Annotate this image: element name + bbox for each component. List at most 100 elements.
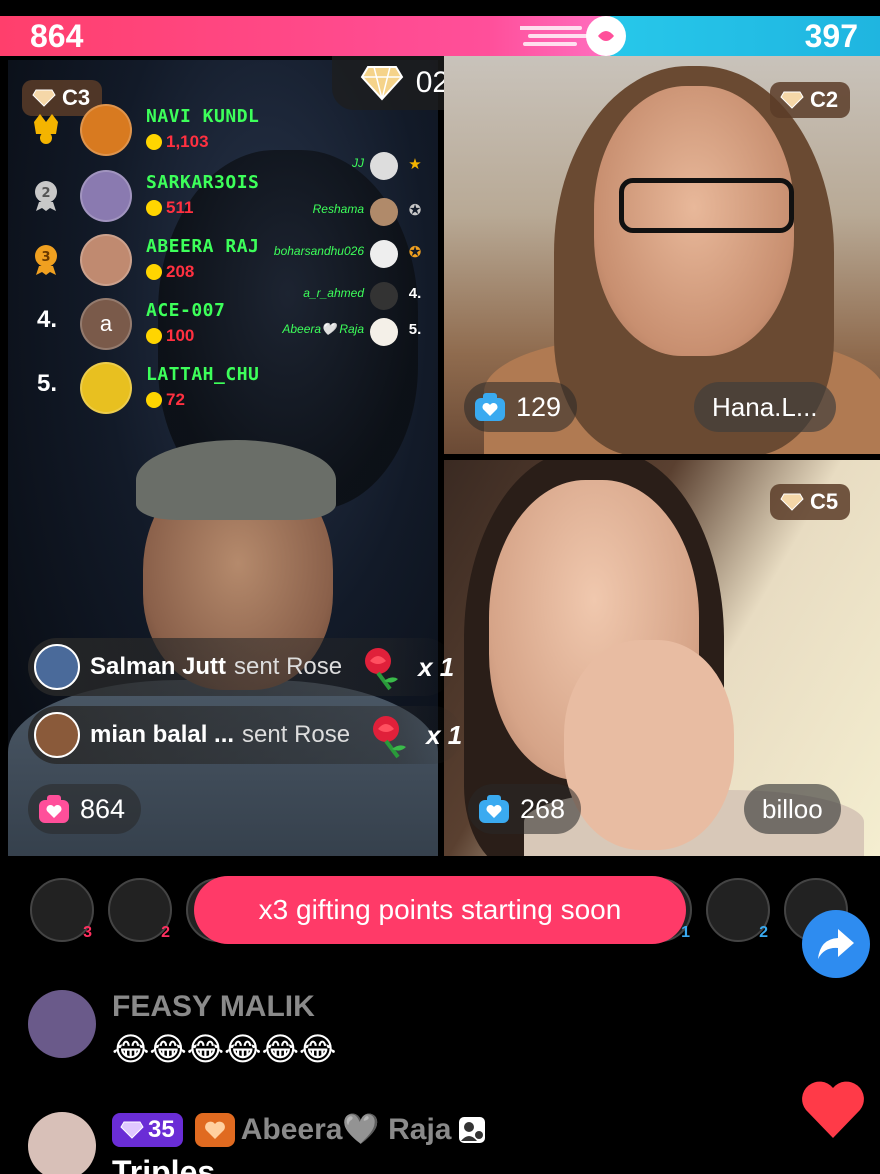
commenter-avatar[interactable] (28, 1112, 96, 1174)
contributor-avatar[interactable]: 2 (706, 878, 770, 942)
battle-right-score: 397 (804, 18, 858, 54)
heart-icon[interactable] (800, 1080, 866, 1140)
battle-score-bar: 864 397 (0, 0, 880, 56)
chat-comment[interactable]: FEASY MALIK 😂😂😂😂😂😂 (28, 990, 788, 1070)
diamond-icon (780, 493, 804, 511)
coin-icon (146, 134, 162, 150)
tier-badge-top-right: C2 (770, 82, 851, 118)
coin-icon (146, 328, 162, 344)
gift-action-text: sent Rose (242, 721, 351, 748)
diamond-icon (780, 91, 804, 109)
gift-count: x 1 (418, 651, 455, 682)
tier-label: C2 (810, 87, 839, 112)
gold-crown-medal-icon (34, 114, 58, 144)
opponent-leaderboard-avatar[interactable] (370, 198, 398, 226)
diamond-trophy-icon (360, 66, 403, 101)
commenter-name: Abeera🩶 Raja (240, 1113, 452, 1146)
host-viewer-count[interactable]: 864 (28, 784, 142, 834)
silver-medal-icon: ✪ (408, 202, 422, 219)
level-badge: 35 (112, 1112, 183, 1147)
opponent-leaderboard-name: boharsandhu026 (273, 244, 364, 258)
leaderboard-name: LATTAH_CHU (146, 364, 260, 385)
coin-icon (146, 392, 162, 408)
comment-text: Triples (112, 1154, 216, 1174)
opponent-leaderboard-row[interactable]: JJ ★ (234, 152, 434, 186)
opponent-leaderboard-name: a_r_ahmed (303, 286, 364, 300)
bronze-medal-icon: ✪ (408, 244, 422, 261)
opponent-leaderboard-name: Abeera🤍 Raja (282, 322, 364, 336)
gift-count: x 1 (426, 719, 463, 750)
gift-sender-name: Salman Jutt (90, 653, 227, 680)
share-button[interactable] (802, 910, 870, 978)
opponent-leaderboard-name: Reshama (312, 202, 364, 216)
commenter-header: 35 Abeera🩶 Raja (112, 1112, 487, 1147)
fan-club-badge-icon (194, 1112, 235, 1147)
guest-video-panel-bottom[interactable]: C5 268 billoo (444, 460, 880, 856)
gifting-points-banner[interactable]: x3 gifting points starting soon (194, 876, 686, 944)
battle-left-fill (0, 16, 610, 56)
viewer-count-text: 129 (516, 391, 562, 422)
chat-comment[interactable]: 35 Abeera🩶 Raja Triples (28, 1112, 788, 1174)
gold-medal-icon: ★ (408, 156, 422, 173)
guest-name-pill[interactable]: billoo (744, 784, 841, 834)
opponent-leaderboard-row[interactable]: Abeera🤍 Raja 5. (234, 318, 434, 352)
opponent-leaderboard-avatar[interactable] (370, 152, 398, 180)
leaderboard-avatar[interactable] (80, 170, 132, 222)
guest-name-pill[interactable]: Hana.L... (694, 382, 836, 432)
bronze-medal-icon: 3 (35, 245, 57, 275)
opponent-leaderboard-avatar[interactable] (370, 282, 398, 310)
leaderboard-avatar[interactable] (80, 234, 132, 286)
leaderboard-avatar[interactable] (80, 362, 132, 414)
opponent-leaderboard-row[interactable]: boharsandhu026 ✪ (234, 240, 434, 274)
share-arrow-icon (818, 929, 854, 959)
camera-heart-icon (39, 795, 69, 823)
gift-sender-avatar[interactable] (34, 712, 80, 758)
friends-icon (459, 1116, 486, 1143)
leaderboard-avatar[interactable]: a (80, 298, 132, 350)
coin-icon (146, 264, 162, 280)
guest-viewer-count[interactable]: 268 (468, 784, 582, 834)
opponent-leaderboard-avatar[interactable] (370, 240, 398, 268)
camera-heart-icon (475, 393, 505, 421)
leaderboard-name: NAVI KUNDL (146, 106, 260, 127)
opponent-leaderboard-rank: 5. (408, 321, 422, 338)
leaderboard-score: 208 (146, 262, 194, 282)
leaderboard-score: 1,103 (146, 132, 209, 152)
opponent-leaderboard-row[interactable]: Reshama ✪ (234, 198, 434, 232)
opponent-leaderboard-rank: 4. (408, 285, 422, 302)
commenter-name: FEASY MALIK (112, 990, 315, 1023)
opponent-leaderboard-avatar[interactable] (370, 318, 398, 346)
leaderboard-rank: 4. (36, 306, 57, 333)
leaderboard-score: 72 (146, 390, 185, 410)
contributor-avatar[interactable]: 2 (108, 878, 172, 942)
coin-icon (146, 200, 162, 216)
battle-divider-icon (520, 16, 626, 56)
leaderboard-score: 100 (146, 326, 194, 346)
viewer-count-text: 268 (520, 793, 566, 824)
guest-video-panel-top[interactable]: C2 129 Hana.L... (444, 56, 880, 454)
comment-text: 😂😂😂😂😂😂 (112, 1031, 337, 1067)
tier-badge-bottom-right: C5 (770, 484, 851, 520)
gift-sender-name: mian balal ... (90, 721, 235, 748)
leaderboard-row[interactable]: 5. LATTAH_CHU 72 (30, 362, 270, 422)
guest-glasses-image (619, 178, 794, 233)
opponent-leaderboard-name: JJ (352, 156, 364, 170)
svg-text:2: 2 (41, 186, 50, 201)
leaderboard-score: 511 (146, 198, 193, 218)
svg-text:3: 3 (41, 250, 50, 265)
guest-viewer-count[interactable]: 129 (464, 382, 578, 432)
opponent-leaderboard-row[interactable]: a_r_ahmed 4. (234, 282, 434, 316)
host-cap-image (136, 440, 336, 520)
silver-medal-icon: 2 (35, 181, 57, 211)
viewer-count-text: 864 (80, 793, 126, 824)
gift-notification: mian balal ... sent Rose x 1 (28, 706, 463, 764)
battle-left-score: 864 (30, 18, 84, 54)
rose-icon (365, 648, 399, 691)
leaderboard-name: ACE-007 (146, 300, 226, 321)
contributor-avatar[interactable]: 3 (30, 878, 94, 942)
gift-sender-avatar[interactable] (34, 644, 80, 690)
commenter-avatar[interactable] (28, 990, 96, 1058)
diamond-icon (120, 1121, 144, 1139)
camera-heart-icon (479, 795, 509, 823)
leaderboard-avatar[interactable] (80, 104, 132, 156)
